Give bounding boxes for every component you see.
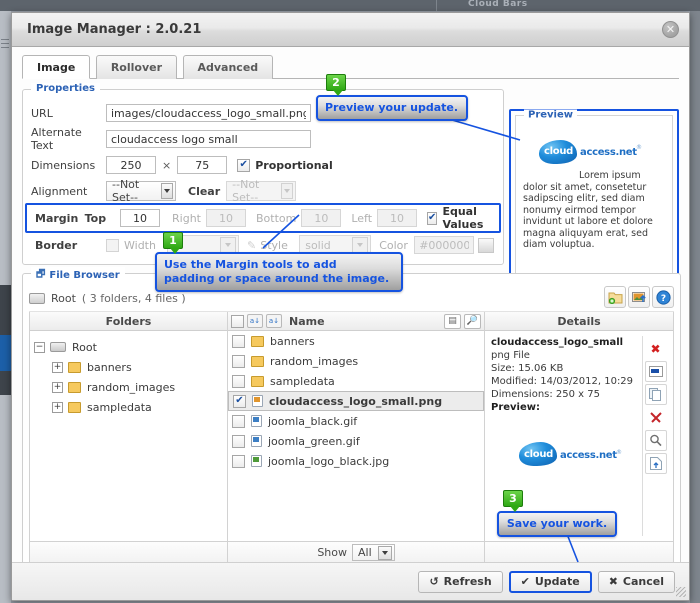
callout-badge-2: 2 — [326, 74, 346, 96]
callout-3: Save your work. — [497, 511, 617, 537]
callout-2: Preview your update. — [316, 95, 468, 121]
callout-1: Use the Margin tools to add padding or s… — [155, 252, 403, 292]
callout-badge-1: 1 — [163, 232, 183, 254]
callout-badge-3: 3 — [503, 490, 523, 512]
